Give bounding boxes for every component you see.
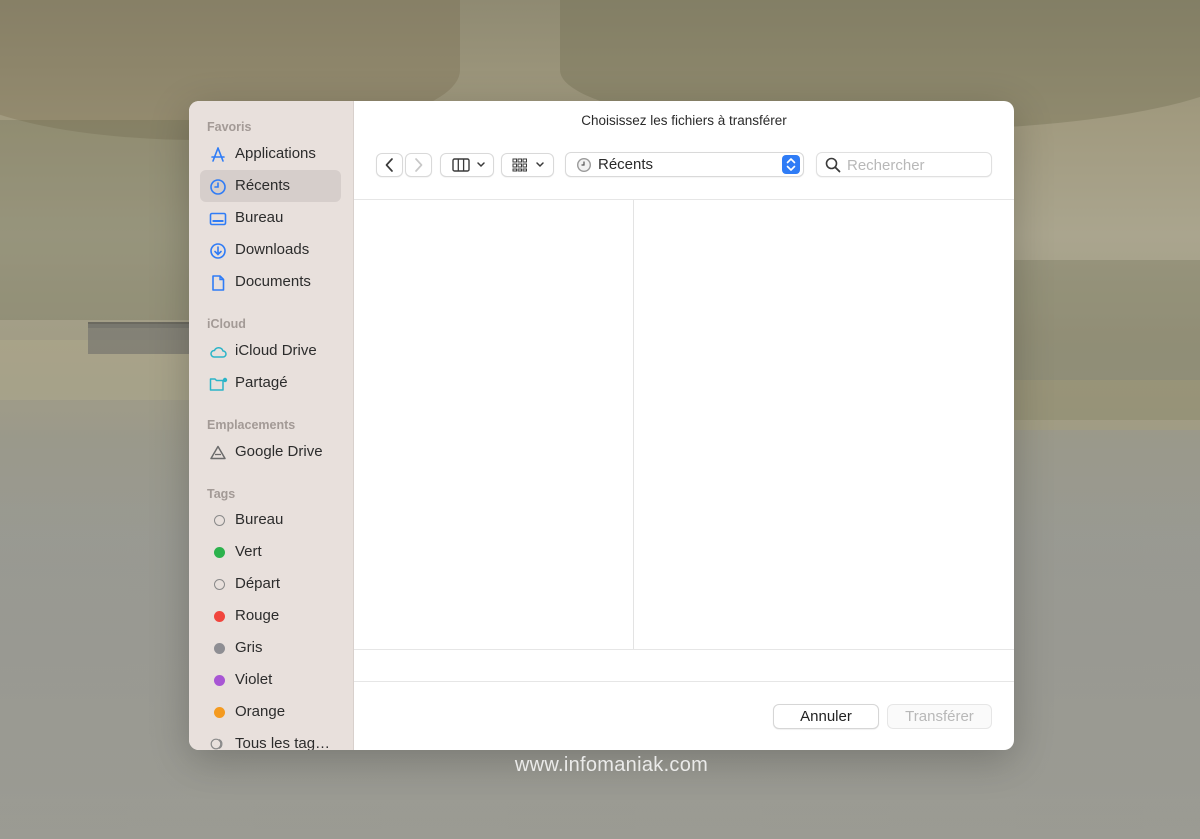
chevron-right-icon xyxy=(415,158,423,172)
tag-label: Rouge xyxy=(235,607,280,624)
sidebar-item-documents[interactable]: Documents xyxy=(200,266,341,298)
tag-item-gris[interactable]: Gris xyxy=(200,632,341,664)
file-picker-dialog: Favoris Applications Récents Bureau Down… xyxy=(189,101,1014,750)
tag-dot-icon xyxy=(214,611,225,622)
chevron-left-icon xyxy=(385,158,393,172)
transfer-button[interactable]: Transférer xyxy=(887,704,992,729)
section-title-tags: Tags xyxy=(207,487,236,501)
shared-folder-icon xyxy=(209,375,228,393)
clock-icon xyxy=(576,157,592,178)
column-view-button[interactable] xyxy=(440,153,494,177)
tag-label: Gris xyxy=(235,639,263,656)
applications-icon xyxy=(209,146,227,164)
sidebar-item-label: Downloads xyxy=(235,241,310,258)
grid-icon xyxy=(512,158,544,172)
tag-label: Violet xyxy=(235,671,273,688)
desktop-icon xyxy=(209,210,227,228)
tag-item-vert[interactable]: Vert xyxy=(200,536,341,568)
tag-item-depart[interactable]: Départ xyxy=(200,568,341,600)
tag-label: Orange xyxy=(235,703,286,720)
browser-column-1[interactable] xyxy=(354,200,633,649)
sidebar-item-label: Documents xyxy=(235,273,311,290)
sidebar-item-label: Récents xyxy=(235,177,291,194)
tag-dot-icon xyxy=(214,675,225,686)
sidebar-item-label: Bureau xyxy=(235,209,284,226)
search-icon xyxy=(825,157,841,178)
tag-label: Bureau xyxy=(235,511,284,528)
tag-dot-icon xyxy=(214,547,225,558)
dialog-title: Choisissez les fichiers à transférer xyxy=(581,113,787,128)
stepper-icon xyxy=(782,155,800,174)
tag-dot-icon xyxy=(214,515,225,526)
tag-dot-icon xyxy=(214,643,225,654)
sidebar-item-applications[interactable]: Applications xyxy=(200,138,341,170)
sidebar-item-label: iCloud Drive xyxy=(235,342,317,359)
browser-column-2[interactable] xyxy=(634,200,1014,649)
sidebar-item-label: Partagé xyxy=(235,374,288,391)
tag-item-all-tags[interactable]: Tous les tag… xyxy=(200,728,341,750)
tag-label: Départ xyxy=(235,575,281,592)
forward-button[interactable] xyxy=(405,153,432,177)
document-icon xyxy=(209,274,227,292)
tag-item-bureau[interactable]: Bureau xyxy=(200,504,341,536)
location-dropdown[interactable]: Récents xyxy=(565,152,804,177)
location-label: Récents xyxy=(598,156,654,173)
sidebar-item-icloud-drive[interactable]: iCloud Drive xyxy=(200,335,341,367)
group-options-button[interactable] xyxy=(501,153,554,177)
footer-divider xyxy=(354,681,1014,682)
main-panel: Choisissez les fichiers à transférer Réc… xyxy=(354,101,1014,750)
back-button[interactable] xyxy=(376,153,403,177)
download-icon xyxy=(209,242,227,260)
tag-label: Vert xyxy=(235,543,262,560)
sidebar-item-downloads[interactable]: Downloads xyxy=(200,234,341,266)
section-title-favoris: Favoris xyxy=(207,120,252,134)
browser-bottom-divider xyxy=(354,649,1014,650)
tag-label: Tous les tag… xyxy=(235,735,331,750)
watermark: www.infomaniak.com xyxy=(514,754,709,776)
sidebar-item-label: Google Drive xyxy=(235,443,323,460)
tag-item-rouge[interactable]: Rouge xyxy=(200,600,341,632)
columns-icon xyxy=(452,158,485,172)
sidebar-item-partage[interactable]: Partagé xyxy=(200,367,341,399)
tag-dot-icon xyxy=(214,707,225,718)
tag-dot-icon xyxy=(214,579,225,590)
all-tags-icon xyxy=(210,737,228,750)
tag-item-violet[interactable]: Violet xyxy=(200,664,341,696)
section-title-emplacements: Emplacements xyxy=(207,418,296,432)
sidebar-item-bureau[interactable]: Bureau xyxy=(200,202,341,234)
section-title-icloud: iCloud xyxy=(207,317,246,331)
sidebar: Favoris Applications Récents Bureau Down… xyxy=(189,101,354,750)
sidebar-item-label: Applications xyxy=(235,145,316,162)
sidebar-item-google-drive[interactable]: Google Drive xyxy=(200,436,341,468)
cloud-icon xyxy=(209,343,227,361)
search-input[interactable]: Rechercher xyxy=(847,157,925,174)
sidebar-item-recents[interactable]: Récents xyxy=(200,170,341,202)
tag-item-orange[interactable]: Orange xyxy=(200,696,341,728)
search-field[interactable]: Rechercher xyxy=(816,152,992,177)
clock-icon xyxy=(209,178,227,196)
cancel-button[interactable]: Annuler xyxy=(773,704,879,729)
google-drive-icon xyxy=(209,444,227,462)
